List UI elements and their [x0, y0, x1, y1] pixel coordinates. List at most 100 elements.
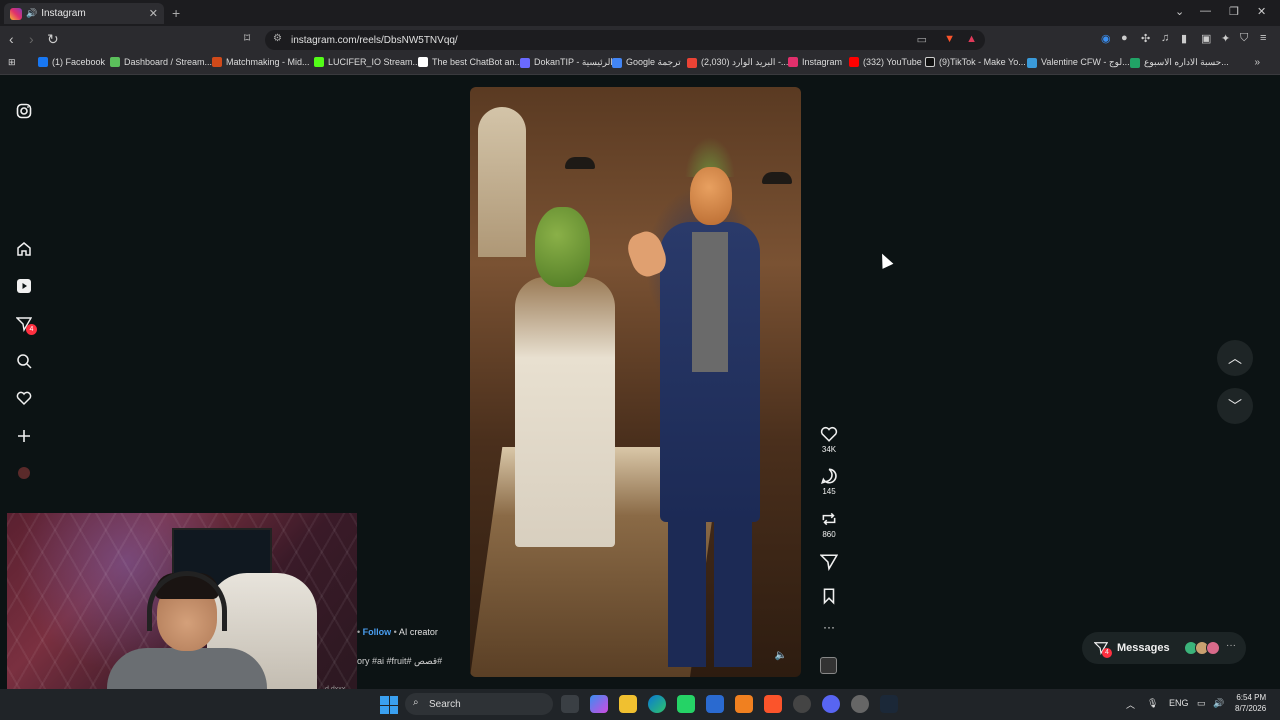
reel-caption[interactable]: ory #ai #fruit# قصص#	[357, 656, 442, 667]
microphone-icon[interactable]: 🎙	[1147, 698, 1158, 709]
tab-search-icon[interactable]: ⌄	[1175, 5, 1184, 18]
forward-icon[interactable]: ›	[29, 31, 34, 47]
bookmark-label: LUCIFER_IO Stream...	[328, 57, 421, 67]
file-explorer-icon[interactable]	[619, 695, 637, 713]
brave-browser-icon[interactable]	[764, 695, 782, 713]
search-icon[interactable]	[15, 352, 33, 370]
window-close-icon[interactable]: ✕	[1257, 5, 1266, 18]
dokantip-icon	[520, 57, 530, 68]
suit-legs	[668, 517, 752, 667]
bookmark-page-icon[interactable]: ⌑	[244, 31, 250, 45]
share-send-icon	[820, 554, 838, 571]
instagram-logo-icon[interactable]	[15, 102, 33, 120]
heart-icon	[820, 426, 838, 442]
bookmark-label: حسبة الاداره الاسبوع...	[1144, 57, 1229, 67]
reload-icon[interactable]: ↻	[47, 31, 59, 48]
messages-badge: 4	[26, 324, 37, 335]
clock-date: 8/7/2026	[1235, 704, 1267, 713]
home-icon[interactable]	[15, 240, 33, 258]
brave-rewards-icon[interactable]: ▲	[966, 33, 977, 45]
follow-link[interactable]: Follow	[363, 627, 392, 637]
tray-overflow-icon[interactable]: ︿	[1126, 698, 1135, 711]
vpn-shield-icon[interactable]: ⛉	[1240, 32, 1248, 45]
edge-icon[interactable]	[648, 695, 666, 713]
cloud-app-icon[interactable]	[735, 695, 753, 713]
bookmark-label: (9)TikTok - Make Yo...	[939, 57, 1026, 67]
bookmark-item[interactable]: (332) YouTube	[849, 57, 922, 67]
cast-icon[interactable]: ▭	[917, 33, 927, 46]
like-button[interactable]: 34K	[816, 425, 842, 454]
more-bookmarks-icon[interactable]: »	[1254, 57, 1260, 68]
app-icon[interactable]	[793, 695, 811, 713]
copilot-icon[interactable]	[590, 695, 608, 713]
taskbar-search[interactable]: ⌕ Search	[405, 693, 553, 715]
bookmark-item[interactable]: The best ChatBot an...	[418, 57, 522, 67]
site-info-icon[interactable]: ⚙	[273, 33, 282, 44]
sidebar-toggle-icon[interactable]: ▮	[1181, 32, 1187, 45]
windows-start-icon[interactable]	[380, 696, 398, 714]
new-tab-icon[interactable]: +	[172, 5, 180, 21]
bookmark-item[interactable]: LUCIFER_IO Stream...	[314, 57, 420, 67]
cucumber-head	[535, 207, 590, 287]
matchmaking-icon	[212, 57, 222, 67]
task-view-icon[interactable]	[561, 695, 579, 713]
audio-playing-icon[interactable]: 🔊	[26, 8, 37, 19]
bookmark-label: (2,030) البريد الوارد -...	[701, 57, 789, 67]
back-icon[interactable]: ‹	[9, 31, 14, 47]
notifications-heart-icon[interactable]	[15, 389, 33, 407]
media-music-icon[interactable]: ♫	[1161, 32, 1169, 44]
tab-close-icon[interactable]: ✕	[149, 7, 158, 20]
reels-icon[interactable]	[15, 277, 33, 295]
bookmark-item[interactable]: DokanTIP - الرئيسية	[520, 57, 613, 68]
bookmark-item[interactable]: (2,030) البريد الوارد -...	[687, 57, 788, 68]
previous-reel-button[interactable]: ︿	[1217, 340, 1253, 376]
store-icon[interactable]	[706, 695, 724, 713]
brave-shields-icon[interactable]: ▼	[944, 33, 955, 45]
discord-icon[interactable]	[822, 695, 840, 713]
carrot-businessman-figure	[623, 137, 780, 677]
address-bar[interactable]: ⚙ instagram.com/reels/DbsNW5TNVqq/ ▭ ▼ ▲	[265, 30, 985, 50]
system-clock[interactable]: 6:54 PM 8/7/2026	[1235, 692, 1266, 714]
next-reel-button[interactable]: ﹀	[1217, 388, 1253, 424]
network-icon[interactable]: ▭	[1197, 698, 1206, 709]
audio-thumbnail[interactable]	[820, 657, 837, 674]
wallet-icon[interactable]: ▣	[1201, 32, 1211, 45]
extension-audio-icon[interactable]: ◉	[1101, 32, 1111, 45]
bookmark-item[interactable]: Google ترجمة	[612, 57, 681, 68]
language-indicator[interactable]: ENG	[1169, 698, 1189, 708]
whatsapp-icon[interactable]	[677, 695, 695, 713]
apps-grid-icon[interactable]: ⊞	[8, 57, 16, 68]
messages-button[interactable]: 4 Messages ···	[1082, 632, 1246, 664]
browser-tab[interactable]: 🔊 Instagram ✕	[4, 3, 164, 24]
share-button[interactable]	[816, 553, 842, 573]
restore-icon[interactable]: ❐	[1229, 5, 1239, 18]
profile-avatar[interactable]	[15, 464, 33, 482]
reel-video[interactable]: 🔈	[470, 87, 801, 677]
more-options-icon[interactable]: ···	[816, 620, 842, 634]
bookmark-item[interactable]: Valentine CFW - لوج...	[1027, 57, 1130, 68]
comment-button[interactable]: 145	[816, 467, 842, 496]
steam-icon[interactable]	[880, 695, 898, 713]
leo-ai-icon[interactable]: ✦	[1221, 32, 1230, 45]
menu-icon[interactable]: ≡	[1260, 32, 1266, 44]
save-button[interactable]	[816, 587, 842, 607]
comment-count: 145	[822, 487, 836, 496]
repost-button[interactable]: 860	[816, 510, 842, 539]
messages-count-badge: 4	[1102, 648, 1112, 658]
app-icon[interactable]	[851, 695, 869, 713]
speaker-icon[interactable]: 🔊	[1213, 698, 1224, 709]
create-plus-icon[interactable]	[15, 427, 33, 445]
chevron-down-icon: ﹀	[1228, 398, 1242, 414]
bookmark-item[interactable]: (9)TikTok - Make Yo...	[925, 57, 1026, 67]
bookmark-item[interactable]: (1) Facebook	[38, 57, 105, 67]
extensions-puzzle-icon[interactable]: ✣	[1141, 32, 1150, 45]
bookmark-item[interactable]: Matchmaking - Mid...	[212, 57, 310, 67]
extension-globe-icon[interactable]: ●	[1121, 32, 1128, 44]
bookmark-item[interactable]: Dashboard / Stream...	[110, 57, 212, 67]
repost-count: 860	[822, 530, 836, 539]
bookmark-item[interactable]: Instagram	[788, 57, 842, 67]
minimize-icon[interactable]: —	[1200, 5, 1211, 17]
bookmark-item[interactable]: حسبة الاداره الاسبوع...	[1130, 57, 1229, 68]
repost-icon	[822, 512, 836, 526]
volume-icon[interactable]: 🔈	[775, 650, 787, 661]
